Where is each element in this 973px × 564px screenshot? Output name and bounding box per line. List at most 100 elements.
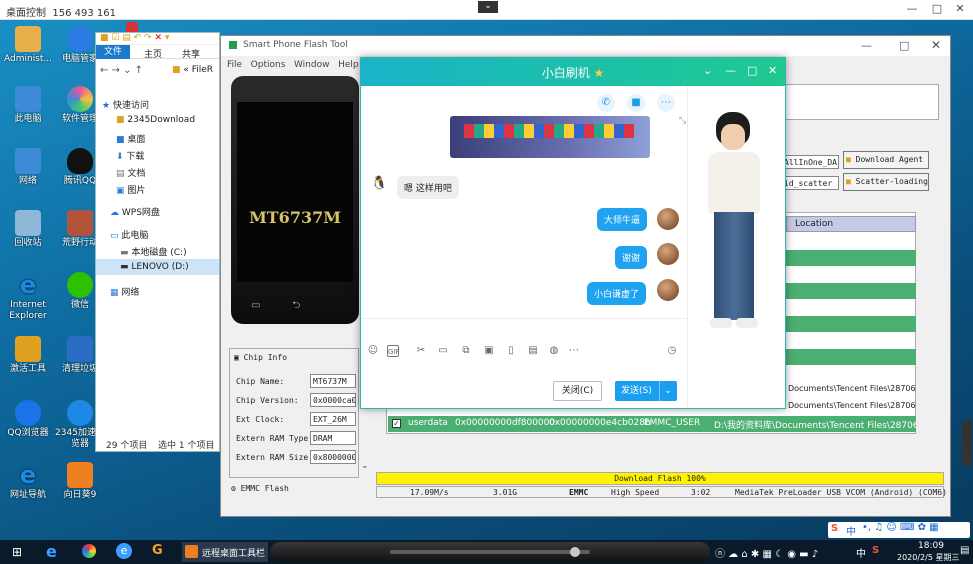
chat-minimize-button[interactable]: — xyxy=(725,64,736,77)
address-bar[interactable]: ■ « FileR xyxy=(172,65,213,75)
table-row[interactable] xyxy=(786,283,916,299)
table-row[interactable] xyxy=(786,316,916,332)
scatter-field[interactable]: id_scatter ▾ xyxy=(781,176,839,190)
chat-image[interactable] xyxy=(450,116,650,158)
figure-shoe xyxy=(736,318,758,328)
userdata-name: userdata xyxy=(408,418,448,428)
flash-close-button[interactable]: ✕ xyxy=(931,38,941,52)
desktop-icon-network[interactable]: 网络 xyxy=(0,148,56,187)
scatter-loading-button[interactable]: ■ Scatter-loading xyxy=(843,173,929,191)
desktop-icon-ie[interactable]: e Internet Explorer xyxy=(0,272,56,322)
remote-close-button[interactable]: ✕ xyxy=(951,2,969,18)
ie-taskbar-icon[interactable]: e xyxy=(46,542,57,561)
download-agent-field[interactable]: AllInOne_DA.bin xyxy=(781,155,839,169)
chat-close-button[interactable]: ✕ xyxy=(768,64,777,77)
document-icon: ▤ xyxy=(116,169,125,179)
desktop-icon-admin[interactable]: Administ... xyxy=(0,26,56,65)
remote-minimize-button[interactable]: — xyxy=(903,2,921,18)
nav-arrows[interactable]: ← → ⌄ ↑ xyxy=(100,65,143,76)
desktop-icon-navigation[interactable]: e 网址导航 xyxy=(0,462,56,501)
windows-start-icon[interactable]: ⊞ xyxy=(12,545,22,559)
red-packet-icon[interactable]: ▤ xyxy=(527,345,539,357)
tab-home[interactable]: 主页 xyxy=(144,47,162,60)
send-button[interactable]: 发送(S) ⌄ xyxy=(615,381,677,401)
userdata-row[interactable]: ✓ userdata 0x00000000df800000 0x00000000… xyxy=(388,416,916,432)
desktop-icon-sunflower[interactable]: 向日葵9 xyxy=(52,462,108,501)
phone-icon[interactable]: ✆ xyxy=(597,94,615,112)
menu-file[interactable]: File xyxy=(227,60,242,70)
ime-tools-icons[interactable]: •, ♫ ☺ ⌨ ✿ ▦ xyxy=(862,522,939,533)
g-taskbar-icon[interactable]: G xyxy=(152,543,163,558)
avatar[interactable] xyxy=(657,243,679,265)
ime-mode[interactable]: 中 xyxy=(846,523,856,538)
tray-icons[interactable]: ⓝ ☁ ⌂ ✱ ▦ ☾ ◉ ▬ ♪ xyxy=(715,545,818,560)
gif-icon[interactable]: GIF xyxy=(387,345,400,357)
remote-title: 桌面控制 156 493 161 xyxy=(6,4,116,19)
menu-options[interactable]: Options xyxy=(251,60,286,70)
dock-slider-track[interactable] xyxy=(390,550,590,554)
avatar[interactable] xyxy=(657,279,679,301)
browser-taskbar-icon[interactable]: e xyxy=(116,543,132,559)
more-icon[interactable]: ⋯ xyxy=(657,94,675,112)
avatar[interactable] xyxy=(657,208,679,230)
sogou-tray-icon[interactable]: S xyxy=(872,545,879,556)
tab-share[interactable]: 共享 xyxy=(182,47,200,60)
menu-help[interactable]: Help xyxy=(338,60,359,70)
table-row[interactable] xyxy=(786,349,916,365)
tab-file[interactable]: 文件 xyxy=(96,45,130,59)
notification-icon[interactable]: ▤ xyxy=(960,545,969,556)
chat-maximize-button[interactable]: □ xyxy=(747,64,757,77)
close-chat-button[interactable]: 关闭(C) xyxy=(553,381,602,401)
emoji-icon[interactable]: ☺ xyxy=(367,345,379,357)
app-taskbar-icon[interactable] xyxy=(82,544,96,558)
userdata-region: EMMC_USER xyxy=(644,418,701,428)
remote-restore-button[interactable]: □ xyxy=(928,2,946,18)
nav-wps-drive[interactable]: ☁ WPS网盘 xyxy=(110,205,160,218)
flash-maximize-button[interactable]: □ xyxy=(899,39,909,52)
nav-drive-c[interactable]: ▬ 本地磁盘 (C:) xyxy=(120,245,187,258)
history-clock-icon[interactable]: ◷ xyxy=(666,345,678,357)
desktop-icon-qqbrowser[interactable]: QQ浏览器 xyxy=(0,400,56,439)
download-agent-button[interactable]: ■ Download Agent xyxy=(843,151,929,169)
nav-this-pc[interactable]: ▭ 此电脑 xyxy=(110,228,148,241)
folder-icon[interactable]: ▭ xyxy=(437,345,449,357)
nav-2345download[interactable]: ■ 2345Download xyxy=(116,115,195,125)
desktop-icon-thispc[interactable]: 此电脑 xyxy=(0,86,56,125)
remote-toolbar-taskbar-item[interactable]: 远程桌面工具栏 xyxy=(182,542,268,562)
file-transfer-icon[interactable]: ⧉ xyxy=(460,345,472,357)
menu-window[interactable]: Window xyxy=(294,60,330,70)
remote-scroll-handle[interactable] xyxy=(962,420,972,466)
chip-val-ramtype: DRAM xyxy=(310,431,356,445)
chevron-down-icon[interactable]: ⌄ xyxy=(659,381,672,401)
nav-documents[interactable]: ▤ 文档 xyxy=(116,166,145,179)
chat-dropdown-icon[interactable]: ⌄ xyxy=(703,64,712,77)
nav-quick-access[interactable]: ★ 快速访问 xyxy=(102,98,149,111)
music-icon[interactable]: ◍ xyxy=(548,345,560,357)
sogou-icon[interactable]: S xyxy=(831,523,838,534)
nav-drive-d[interactable]: ▬ LENOVO (D:) xyxy=(120,262,189,272)
figure-shoe xyxy=(710,318,732,328)
message-sent: 大师牛逼 xyxy=(597,208,648,231)
desktop-icon-activate[interactable]: 激活工具 xyxy=(0,336,56,375)
shake-icon[interactable]: ▯ xyxy=(505,345,517,357)
more-tools-icon[interactable]: ⋯ xyxy=(568,345,580,357)
nav-network[interactable]: ▦ 网络 xyxy=(110,285,139,298)
userdata-checkbox[interactable]: ✓ xyxy=(392,419,401,428)
table-row[interactable] xyxy=(786,250,916,266)
collapse-image-icon[interactable]: ⤡ xyxy=(679,116,686,126)
scissors-icon[interactable]: ✂ xyxy=(415,345,427,357)
ime-toolbar[interactable]: S 中 •, ♫ ☺ ⌨ ✿ ▦ xyxy=(828,522,970,538)
flash-minimize-button[interactable]: — xyxy=(861,39,872,52)
nav-desktop[interactable]: ■ 桌面 xyxy=(116,132,145,145)
remote-collapse-button[interactable]: ⌄ xyxy=(478,1,498,13)
settings-panel xyxy=(784,84,939,120)
desktop-icon-recycle[interactable]: 回收站 xyxy=(0,210,56,249)
dock-slider-thumb[interactable] xyxy=(570,547,580,557)
video-icon[interactable]: ■ xyxy=(627,94,645,112)
nav-pictures[interactable]: ▣ 图片 xyxy=(116,183,145,196)
screenshot-app-icons xyxy=(464,124,634,138)
ime-tray[interactable]: 中 xyxy=(856,545,866,560)
chip-scroll-arrow-down[interactable]: ⌄ xyxy=(361,461,369,471)
nav-downloads[interactable]: ⬇ 下载 xyxy=(116,149,144,162)
image-icon[interactable]: ▣ xyxy=(483,345,495,357)
